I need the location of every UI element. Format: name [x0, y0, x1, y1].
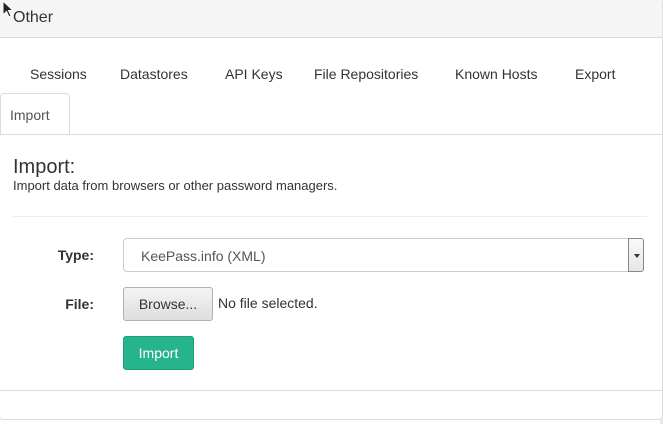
panel-title: Other	[13, 9, 54, 26]
tab-bar: Sessions Datastores API Keys File Reposi…	[0, 38, 662, 135]
section-divider	[13, 216, 647, 217]
panel-heading: Other	[0, 0, 662, 38]
panel-footer-divider	[0, 390, 662, 391]
tab-import[interactable]: Import	[0, 93, 70, 135]
section-description: Import data from browsers or other passw…	[13, 178, 338, 193]
tab-datastores[interactable]: Datastores	[120, 66, 188, 82]
mouse-cursor-icon	[2, 0, 15, 18]
import-button[interactable]: Import	[123, 336, 194, 370]
type-select-value: KeePass.info (XML)	[141, 248, 266, 264]
other-panel: Other Sessions Datastores API Keys File …	[0, 0, 663, 420]
tab-file-repositories[interactable]: File Repositories	[314, 66, 418, 82]
tab-export[interactable]: Export	[575, 66, 615, 82]
file-label: File:	[65, 296, 94, 312]
tabs-underline	[0, 134, 662, 135]
tab-known-hosts[interactable]: Known Hosts	[455, 66, 537, 82]
type-select[interactable]: KeePass.info (XML)	[123, 238, 644, 272]
section-title: Import:	[13, 156, 76, 178]
file-status-text: No file selected.	[218, 295, 318, 311]
tab-import-label: Import	[10, 107, 50, 123]
type-label: Type:	[57, 247, 94, 263]
tab-api-keys[interactable]: API Keys	[225, 66, 283, 82]
browse-button[interactable]: Browse...	[123, 287, 213, 321]
select-dropdown-icon[interactable]	[628, 238, 644, 272]
tab-sessions[interactable]: Sessions	[30, 66, 87, 82]
